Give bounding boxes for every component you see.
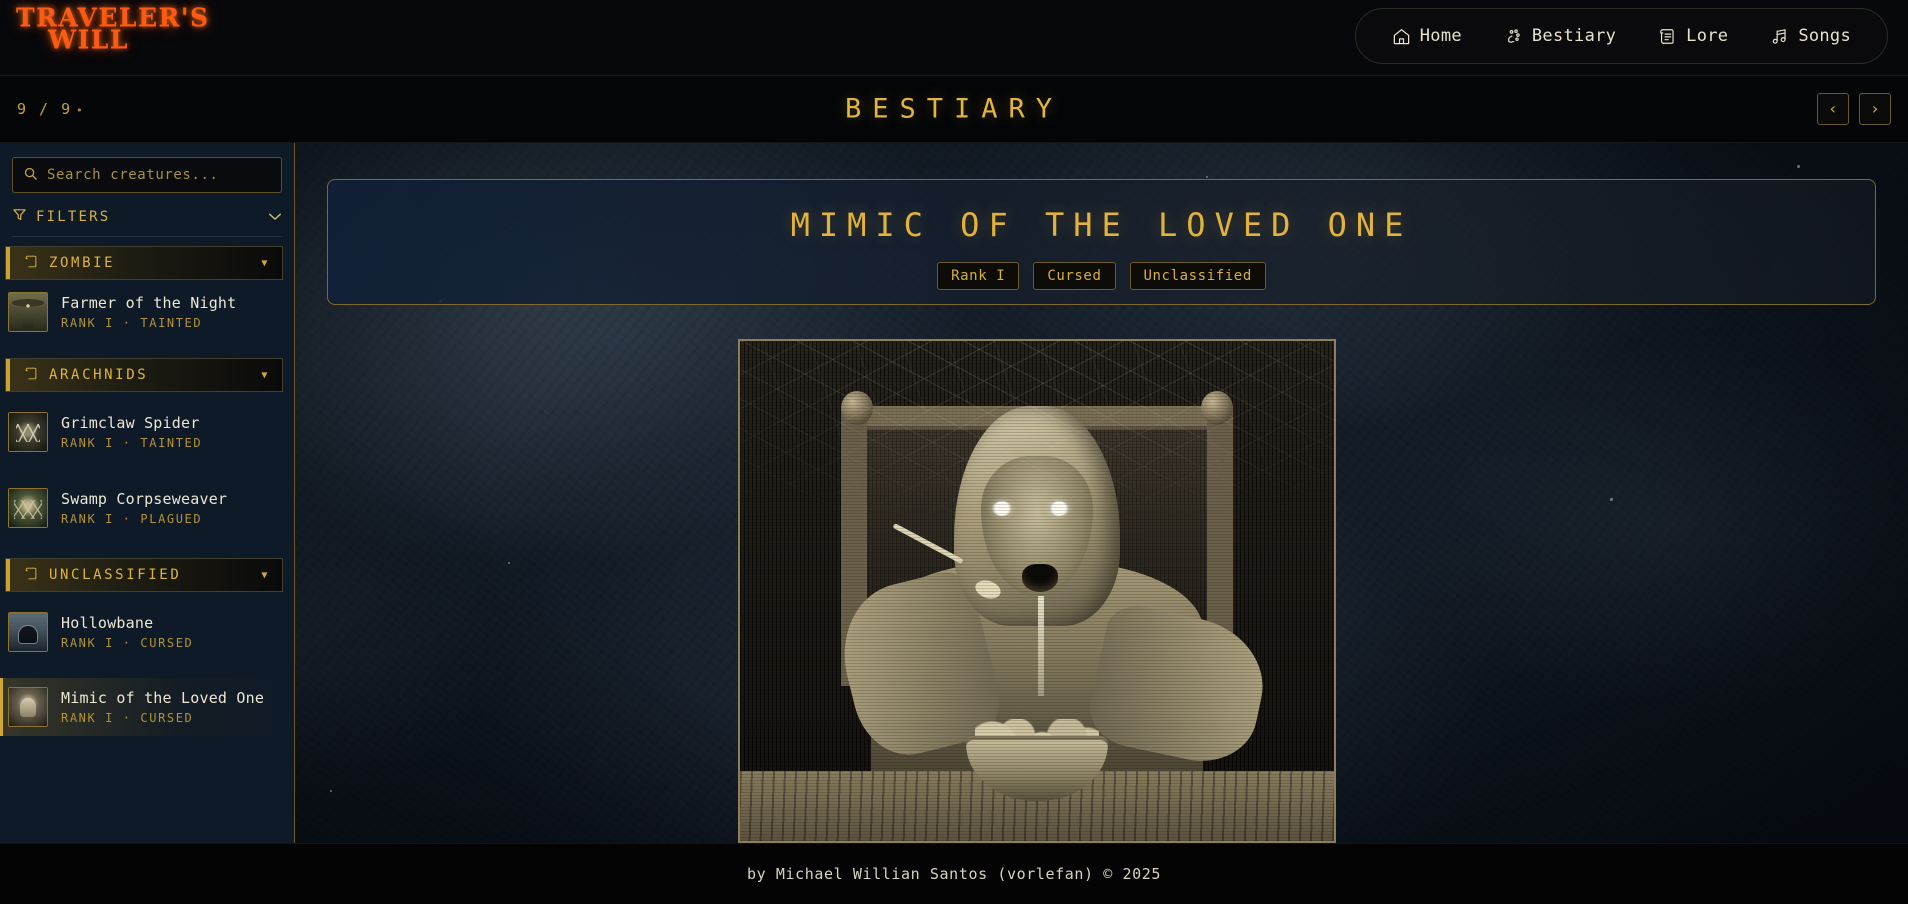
creature-meta: Farmer of the Night RANK I · TAINTED [61, 294, 236, 330]
caret-down-icon: ▼ [261, 369, 270, 381]
prev-page-button[interactable]: ‹ [1817, 93, 1849, 125]
creature-name: Grimclaw Spider [61, 414, 200, 433]
nav-label-bestiary: Bestiary [1531, 26, 1617, 46]
pagination-controls: ‹ › [1817, 93, 1891, 125]
filters-label: FILTERS [36, 208, 111, 225]
bestiary-app: TRAVELER'S WILL Home Bestiary Lore Songs… [0, 0, 1908, 904]
creature-meta: Swamp Corpseweaver RANK I · PLAGUED [61, 490, 227, 526]
footer-credit: by Michael Willian Santos (vorlefan) © 2… [746, 865, 1162, 883]
scroll-icon [24, 366, 39, 385]
category-name: ARACHNIDS [49, 367, 149, 383]
caret-down-icon: ▼ [261, 257, 270, 269]
search-icon [23, 166, 38, 185]
category-header-unclassified[interactable]: UNCLASSIFIED ▼ [5, 558, 283, 592]
search-field-wrapper[interactable] [12, 157, 282, 193]
nav-links: Home Bestiary Lore Songs [1354, 8, 1888, 64]
creature-list-item[interactable]: Farmer of the Night RANK I · TAINTED [0, 283, 294, 341]
artwork-engraving-grain [740, 341, 1334, 841]
creature-title-card: MIMIC OF THE LOVED ONE Rank I Cursed Unc… [327, 179, 1876, 305]
top-navbar: TRAVELER'S WILL Home Bestiary Lore Songs [0, 0, 1908, 76]
status-badge-affliction[interactable]: Cursed [1033, 262, 1116, 290]
creature-thumbnail [8, 292, 48, 332]
music-note-icon [1770, 27, 1789, 46]
creature-name: Hollowbane [61, 614, 154, 633]
category-name: ZOMBIE [49, 255, 116, 271]
creature-thumbnail [8, 612, 48, 652]
creature-detail-panel: MIMIC OF THE LOVED ONE Rank I Cursed Unc… [295, 143, 1908, 843]
nav-item-lore[interactable]: Lore [1658, 26, 1728, 46]
category-header-arachnids[interactable]: ARACHNIDS ▼ [5, 358, 283, 392]
page-header-bar: 9 / 9 • BESTIARY ‹ › [0, 76, 1908, 143]
home-icon [1392, 27, 1411, 46]
creature-name: Swamp Corpseweaver [61, 490, 228, 509]
creature-name: Mimic of the Loved One [61, 689, 265, 708]
creature-badge-row: Rank I Cursed Unclassified [328, 262, 1875, 290]
creature-artwork [740, 341, 1334, 841]
filters-toggle[interactable]: FILTERS [12, 205, 282, 237]
next-page-button[interactable]: › [1859, 93, 1891, 125]
site-logo[interactable]: TRAVELER'S WILL [16, 5, 210, 52]
creature-thumbnail [8, 412, 48, 452]
creature-name: Farmer of the Night [61, 294, 237, 313]
creature-thumbnail [8, 687, 48, 727]
nav-label-home: Home [1419, 26, 1462, 46]
scroll-icon [24, 254, 39, 273]
page-title: BESTIARY [844, 93, 1064, 125]
search-input[interactable] [47, 167, 271, 183]
nav-label-lore: Lore [1686, 26, 1729, 46]
creature-rank: RANK I · CURSED [61, 710, 194, 725]
creature-list-item[interactable]: Grimclaw Spider RANK I · TAINTED [0, 403, 294, 461]
caret-down-icon: ▼ [261, 569, 270, 581]
status-badge-classification[interactable]: Unclassified [1129, 262, 1266, 290]
creature-rank: RANK I · CURSED [61, 635, 194, 650]
scroll-icon [24, 566, 39, 585]
creature-thumbnail [8, 488, 48, 528]
status-badge-rank[interactable]: Rank I [937, 262, 1020, 290]
creature-list-item[interactable]: Hollowbane RANK I · CURSED [0, 603, 294, 661]
creature-detail-title: MIMIC OF THE LOVED ONE [790, 206, 1413, 244]
scroll-icon [1658, 27, 1677, 46]
creature-rank: RANK I · PLAGUED [61, 511, 203, 526]
nav-item-songs[interactable]: Songs [1770, 26, 1851, 46]
creature-rank: RANK I · TAINTED [61, 435, 203, 450]
creature-rank: RANK I · TAINTED [61, 315, 203, 330]
creature-list-item[interactable]: Swamp Corpseweaver RANK I · PLAGUED [0, 479, 294, 537]
creature-meta: Grimclaw Spider RANK I · TAINTED [61, 414, 202, 450]
creature-meta: Hollowbane RANK I · CURSED [61, 614, 193, 650]
creature-list-item-selected[interactable]: Mimic of the Loved One RANK I · CURSED [0, 678, 294, 736]
category-header-zombie[interactable]: ZOMBIE ▼ [5, 246, 283, 280]
nav-item-home[interactable]: Home [1392, 26, 1462, 46]
creature-artwork-frame [738, 339, 1336, 843]
chevron-down-icon [268, 209, 282, 225]
paw-icon [1504, 27, 1523, 46]
funnel-icon [12, 207, 27, 226]
creature-meta: Mimic of the Loved One RANK I · CURSED [61, 689, 264, 725]
creature-sidebar: FILTERS ZOMBIE ▼ Farmer of the Night [0, 143, 295, 843]
nav-label-songs: Songs [1798, 26, 1851, 46]
nav-item-bestiary[interactable]: Bestiary [1504, 26, 1616, 46]
category-name: UNCLASSIFIED [49, 567, 182, 583]
page-footer: by Michael Willian Santos (vorlefan) © 2… [0, 843, 1908, 904]
